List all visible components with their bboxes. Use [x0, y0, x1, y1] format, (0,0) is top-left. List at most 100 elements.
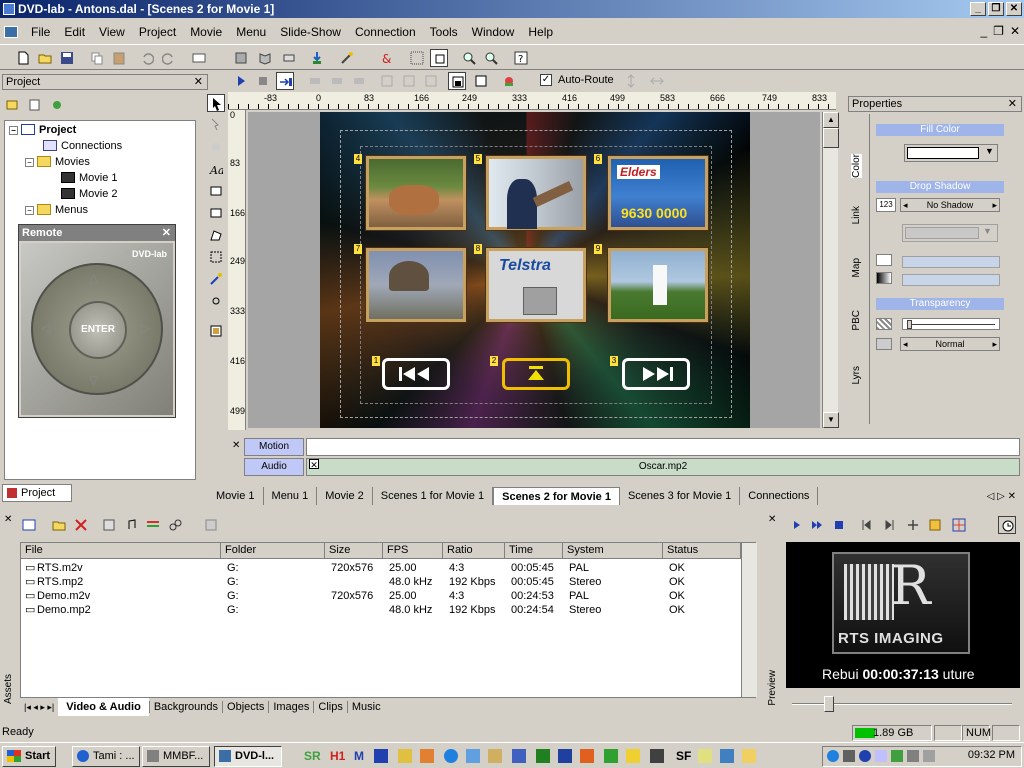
transparency-slider[interactable]: [902, 318, 1000, 330]
tray-icon[interactable]: [827, 750, 839, 762]
assets-tab-music[interactable]: Music: [346, 701, 385, 713]
copy-icon[interactable]: [88, 49, 106, 67]
shape-tool-icon[interactable]: [207, 204, 225, 222]
compile-icon[interactable]: &: [378, 49, 396, 67]
thumb-telstra[interactable]: Telstra: [486, 248, 586, 322]
previous-button[interactable]: [382, 358, 450, 390]
menu-menu[interactable]: Menu: [229, 22, 273, 42]
camera-icon[interactable]: [650, 749, 664, 763]
grid-icon[interactable]: [408, 49, 426, 67]
preview-add-icon[interactable]: [904, 516, 922, 534]
assets-bars-icon[interactable]: [144, 516, 162, 534]
assets-tab-backgrounds[interactable]: Backgrounds: [148, 701, 222, 713]
preview-slider[interactable]: [792, 696, 1012, 712]
auto-route-checkbox[interactable]: ✓: [540, 74, 552, 86]
redo-icon[interactable]: [160, 49, 178, 67]
tree-movies[interactable]: − Movies: [25, 156, 90, 168]
quick-launch-h1[interactable]: H1: [330, 749, 345, 763]
assets-scrollbar[interactable]: [741, 543, 757, 697]
up-arrow-icon[interactable]: △: [89, 271, 98, 285]
close-icon[interactable]: ✕: [194, 75, 203, 89]
pointer-icon[interactable]: [207, 94, 225, 112]
link-b-icon[interactable]: [328, 72, 346, 90]
snap-icon[interactable]: [430, 49, 448, 67]
rectangle-tool-icon[interactable]: [207, 182, 225, 200]
brightness-icon[interactable]: [207, 292, 225, 310]
mdi-close-button[interactable]: ✕: [1010, 24, 1020, 38]
color-pick-icon[interactable]: [500, 72, 518, 90]
side-tab-pbc[interactable]: PBC: [851, 310, 862, 331]
table-row[interactable]: ▭ Demo.mp2 G: 48.0 kHz 192 Kbps 00:24:54…: [21, 603, 741, 617]
horizontal-align-icon[interactable]: [648, 72, 666, 90]
assets-view-icon[interactable]: [20, 516, 38, 534]
thumb-taichi[interactable]: [608, 248, 708, 322]
column-header-fps[interactable]: FPS: [383, 543, 443, 559]
menu-edit[interactable]: Edit: [57, 22, 92, 42]
fill-color-picker[interactable]: ▼: [904, 144, 998, 162]
stop-icon[interactable]: [254, 72, 272, 90]
motion-track-label[interactable]: Motion: [244, 438, 304, 456]
app-icon[interactable]: [3, 3, 15, 15]
assets-close-icon[interactable]: ✕: [4, 514, 12, 525]
doc-tab-connections[interactable]: Connections: [740, 487, 819, 505]
crop-tool-icon[interactable]: [207, 248, 225, 266]
link-a-icon[interactable]: [306, 72, 324, 90]
shadow-next-icon[interactable]: ▸: [992, 199, 997, 211]
quick-launch-icon[interactable]: [420, 749, 434, 763]
assets-open-icon[interactable]: [50, 516, 68, 534]
task-mmbf[interactable]: MMBF...: [142, 746, 210, 767]
preview-mark-in-icon[interactable]: [858, 516, 876, 534]
vertical-align-icon[interactable]: [622, 72, 640, 90]
down-arrow-icon[interactable]: ▽: [89, 373, 98, 387]
quick-launch-sf[interactable]: SF: [676, 749, 691, 763]
blend-next-icon[interactable]: ▸: [992, 338, 997, 350]
tray-icon[interactable]: [891, 750, 903, 762]
assets-music-icon[interactable]: [122, 516, 140, 534]
menu-project[interactable]: Project: [132, 22, 183, 42]
powerpoint-icon[interactable]: [580, 749, 594, 763]
start-button[interactable]: Start: [2, 746, 56, 767]
folder-icon[interactable]: [742, 749, 756, 763]
polygon-tool-icon[interactable]: [207, 226, 225, 244]
view-a-icon[interactable]: [448, 72, 466, 90]
minimize-button[interactable]: _: [970, 2, 986, 16]
preview-chapter-icon[interactable]: [926, 516, 944, 534]
connect-icon[interactable]: [276, 72, 294, 90]
canvas-scrollbar[interactable]: ▲ ▼: [822, 112, 839, 428]
new-icon[interactable]: [14, 49, 32, 67]
text-tool-icon[interactable]: Aa: [207, 160, 225, 178]
add-movie-icon[interactable]: [4, 96, 22, 114]
quick-launch-icon[interactable]: [698, 749, 712, 763]
blend-prev-icon[interactable]: ◂: [903, 338, 908, 350]
doc-tab-scenes-1[interactable]: Scenes 1 for Movie 1: [373, 487, 494, 505]
thumb-worker[interactable]: [486, 156, 586, 230]
menu-file[interactable]: File: [24, 22, 57, 42]
shadow-value-field[interactable]: 123: [876, 198, 896, 212]
open-icon[interactable]: [36, 49, 54, 67]
word-icon[interactable]: [558, 749, 572, 763]
quick-launch-icon[interactable]: [512, 749, 526, 763]
project-tab[interactable]: Project: [2, 484, 72, 502]
align-b-icon[interactable]: [400, 72, 418, 90]
quick-launch-icon[interactable]: [488, 749, 502, 763]
node-icon[interactable]: [207, 116, 225, 134]
add-menu-icon[interactable]: [26, 96, 44, 114]
maximize-button[interactable]: ❐: [988, 2, 1004, 16]
align-c-icon[interactable]: [422, 72, 440, 90]
assets-grid-icon[interactable]: [202, 516, 220, 534]
thumb-elders[interactable]: Elders 9630 0000: [608, 156, 708, 230]
audio-track[interactable]: ✕ Oscar.mp2: [306, 458, 1020, 476]
tool-icon[interactable]: [232, 49, 250, 67]
remote-close-icon[interactable]: ✕: [162, 225, 171, 241]
quick-launch-icon[interactable]: [604, 749, 618, 763]
ie-icon[interactable]: [444, 749, 458, 763]
menu-view[interactable]: View: [92, 22, 132, 42]
quick-launch-sr[interactable]: SR: [304, 749, 321, 763]
timeline-close-icon[interactable]: ✕: [232, 440, 240, 451]
column-header-folder[interactable]: Folder: [221, 543, 325, 559]
task-dvdlab[interactable]: DVD-l...: [214, 746, 282, 767]
left-arrow-icon[interactable]: ◁: [41, 321, 50, 335]
column-header-status[interactable]: Status: [663, 543, 741, 559]
tree-connections[interactable]: Connections: [43, 140, 122, 152]
transparency-thumb[interactable]: [907, 320, 912, 329]
